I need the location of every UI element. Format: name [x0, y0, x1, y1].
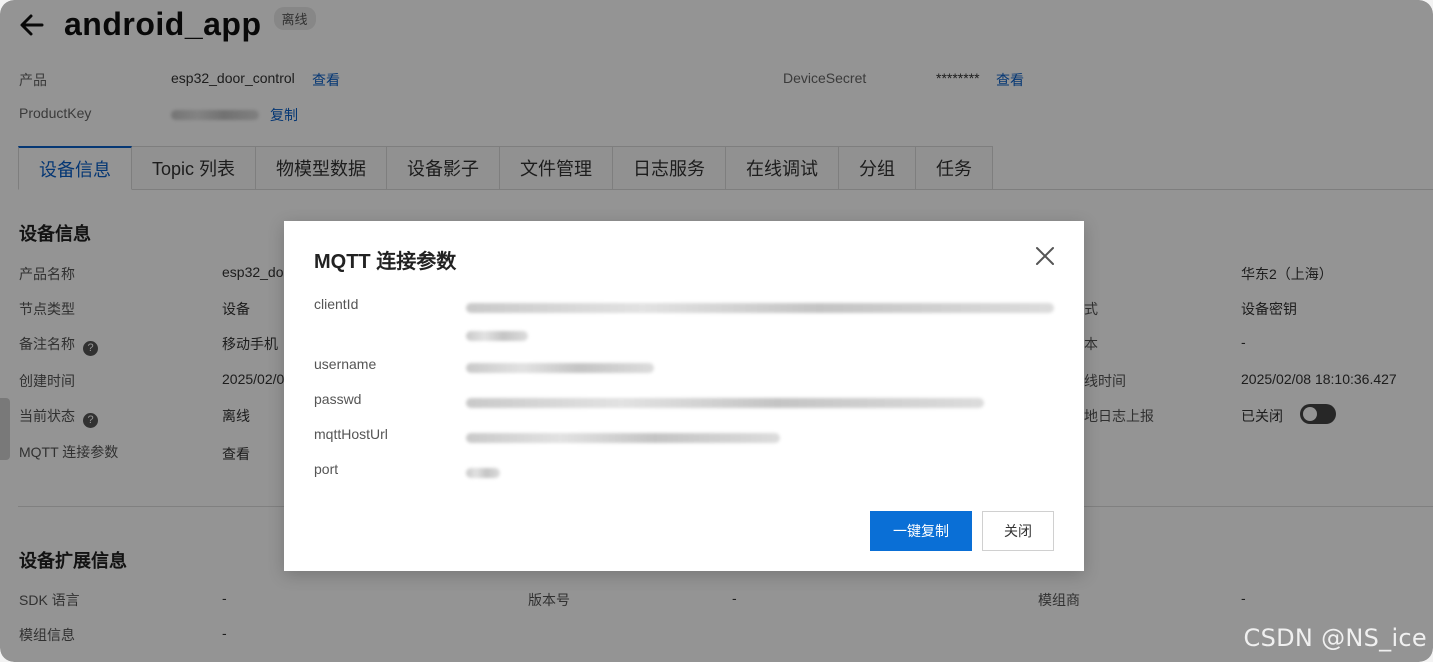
close-button[interactable]: 关闭 [982, 511, 1054, 551]
param-label-username: username [314, 356, 377, 372]
param-value-mqtthosturl [466, 429, 780, 447]
param-label-passwd: passwd [314, 391, 362, 407]
param-value-username [466, 359, 654, 377]
copy-all-button[interactable]: 一键复制 [870, 511, 972, 551]
param-label-mqtthosturl: mqttHostUrl [314, 426, 388, 442]
param-value-port [466, 464, 500, 482]
watermark: CSDN @NS_ice [1243, 624, 1427, 652]
param-value-clientid [466, 299, 1054, 341]
param-label-clientid: clientId [314, 296, 359, 312]
mqtt-params-dialog: MQTT 连接参数 clientId username passwd mqttH… [284, 221, 1084, 571]
device-detail-page: android_app 离线 产品 esp32_door_control 查看 … [0, 0, 1433, 662]
close-icon[interactable] [1034, 245, 1056, 267]
param-label-port: port [314, 461, 339, 477]
dialog-title: MQTT 连接参数 [314, 251, 457, 273]
param-value-passwd [466, 394, 984, 412]
